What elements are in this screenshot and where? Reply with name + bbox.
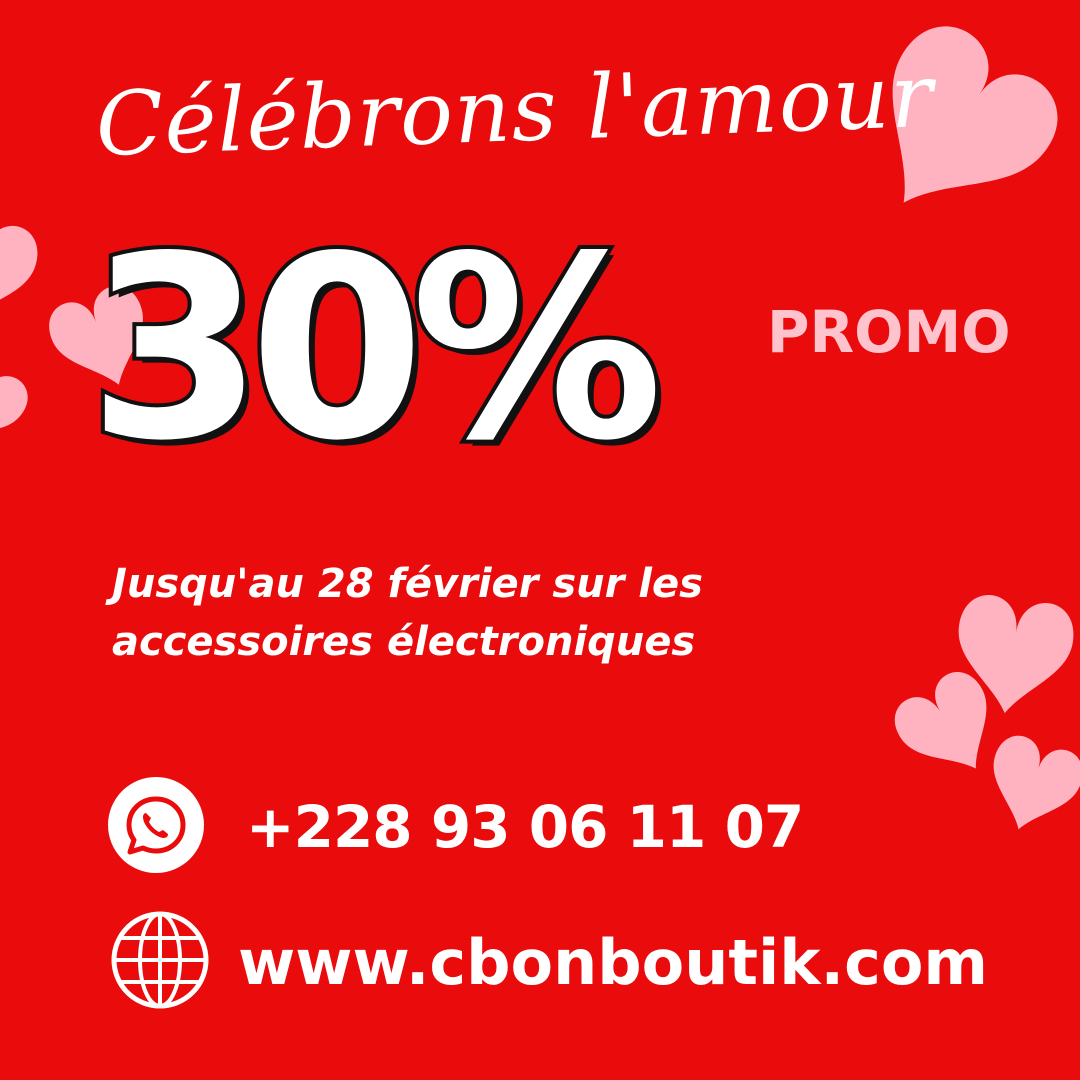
contact-row: +228 93 06 11 07 (108, 777, 868, 873)
promo-label: PROMO (767, 298, 1011, 366)
offer-details: Jusqu'au 28 février sur les accessoires … (112, 555, 872, 685)
website-url: www.cbonboutik.com (238, 926, 989, 999)
discount-value: 30% (84, 201, 667, 499)
headline: Célébrons l'amour (94, 43, 936, 176)
offer-details-line-2: accessoires électroniques (112, 619, 696, 665)
promo-poster: Célébrons l'amour 30% PROMO Jusqu'au 28 … (0, 0, 1080, 1080)
whatsapp-icon (108, 777, 204, 873)
website-row: www.cbonboutik.com (108, 908, 1008, 1018)
phone-number: +228 93 06 11 07 (246, 793, 804, 861)
offer-details-line-1: Jusqu'au 28 février sur les (112, 561, 703, 607)
globe-icon (111, 911, 209, 1009)
